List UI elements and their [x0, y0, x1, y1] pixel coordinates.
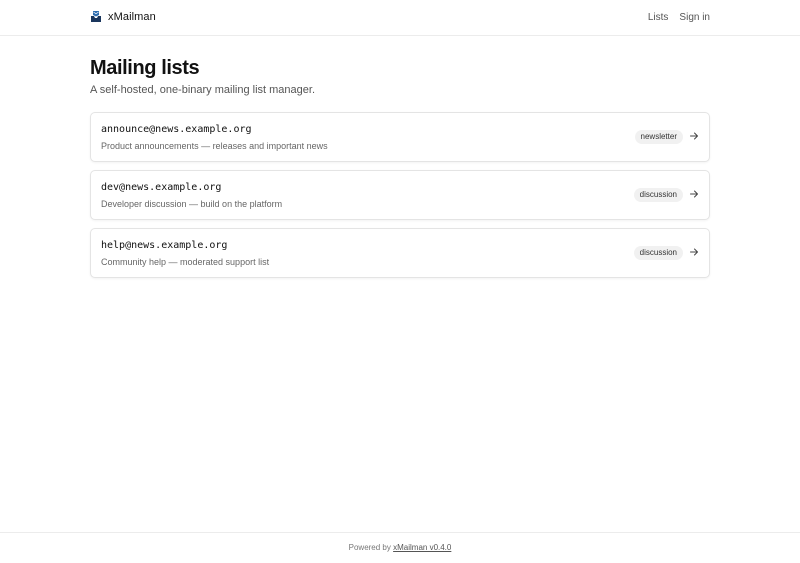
- list-address: announce@news.example.org: [101, 124, 252, 135]
- page: xMailman Lists Sign in Mailing lists A s…: [0, 0, 800, 563]
- top-nav: Lists Sign in: [648, 12, 710, 23]
- list-address: dev@news.example.org: [101, 182, 222, 193]
- footer-prefix: Powered by: [348, 543, 391, 552]
- list-item-dev[interactable]: dev@news.example.org Developer discussio…: [90, 170, 710, 220]
- list-description: Product announcements — releases and imp…: [101, 141, 328, 151]
- nav-lists-link[interactable]: Lists: [648, 12, 669, 23]
- arrow-right-icon: [690, 132, 698, 140]
- nav-sign-in-link[interactable]: Sign in: [679, 12, 710, 23]
- mailing-list-list: announce@news.example.org Product announ…: [90, 112, 710, 278]
- list-type-badge: newsletter: [634, 130, 683, 144]
- page-title: Mailing lists: [90, 57, 200, 79]
- footer-text: Powered by xMailman v0.4.0: [349, 543, 452, 552]
- list-item-announce[interactable]: announce@news.example.org Product announ…: [90, 112, 710, 162]
- arrow-right-icon: [690, 190, 698, 198]
- list-type-badge: discussion: [633, 246, 683, 260]
- list-address: help@news.example.org: [101, 240, 228, 251]
- arrow-right-icon: [690, 248, 698, 256]
- footer: Powered by xMailman v0.4.0: [0, 532, 800, 563]
- list-description: Community help — moderated support list: [101, 257, 270, 267]
- list-item-help[interactable]: help@news.example.org Community help — m…: [90, 228, 710, 278]
- brand-name: xMailman: [108, 10, 156, 23]
- footer-version-link[interactable]: xMailman v0.4.0: [393, 543, 451, 552]
- page-subtitle: A self-hosted, one-binary mailing list m…: [90, 84, 316, 96]
- brand-home-link[interactable]: xMailman: [90, 10, 156, 23]
- mail-inbox-icon: [91, 11, 101, 22]
- list-description: Developer discussion — build on the plat…: [101, 199, 283, 209]
- list-type-badge: discussion: [633, 188, 683, 202]
- main-content: Mailing lists A self-hosted, one-binary …: [90, 57, 710, 278]
- top-bar: xMailman Lists Sign in: [0, 0, 800, 36]
